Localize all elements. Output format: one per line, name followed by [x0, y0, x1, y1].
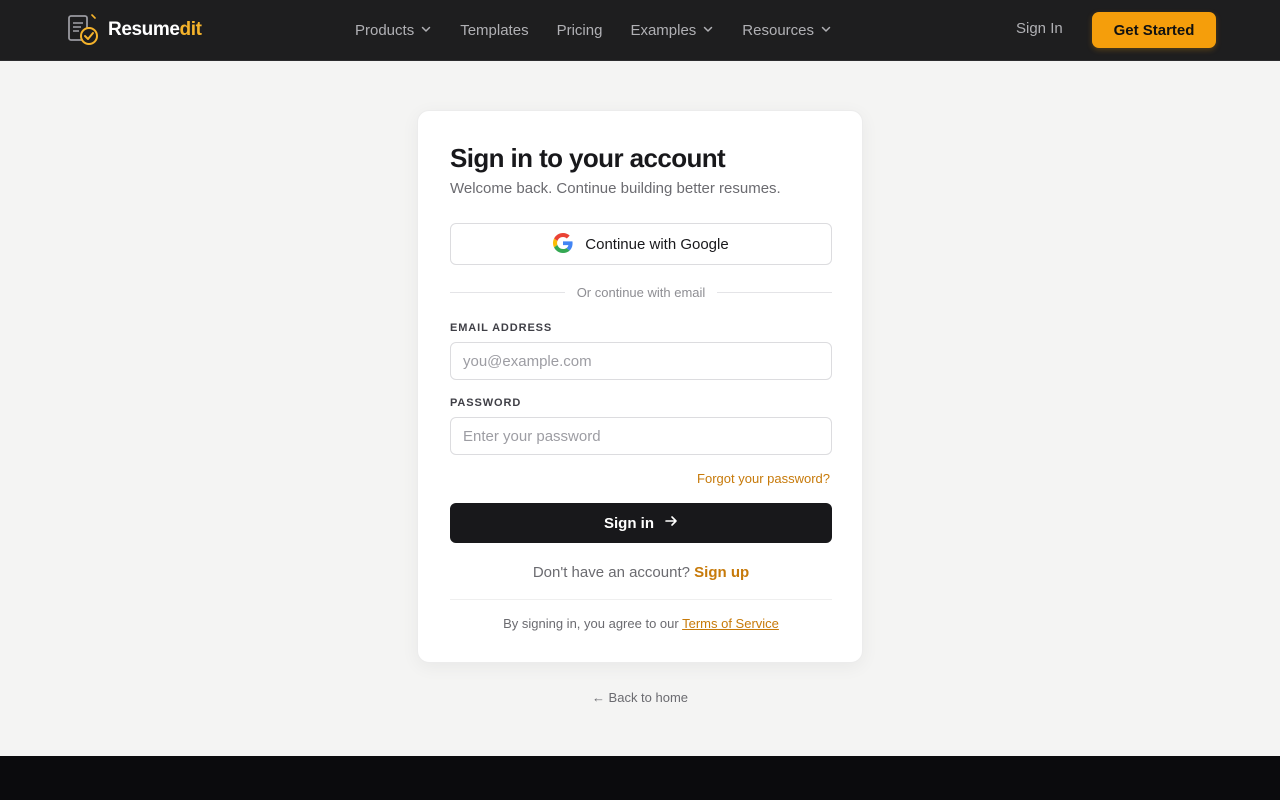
sign-in-button-label: Sign in	[604, 514, 654, 532]
nav-item-label: Templates	[460, 21, 529, 39]
no-account-text: Don't have an account?	[532, 564, 690, 581]
brand-name: Resumedit	[108, 19, 202, 41]
get-started-button[interactable]: Get Started	[1092, 12, 1216, 48]
main-nav: Products Templates Pricing Examples Reso…	[355, 0, 860, 60]
top-navigation-bar: Resumedit Products Templates Pricing Exa…	[0, 0, 1280, 61]
nav-item-label: Products	[355, 21, 415, 39]
divider-text: Or continue with email	[576, 284, 706, 300]
password-label: PASSWORD	[450, 397, 522, 409]
chevron-down-icon	[820, 22, 832, 39]
separator	[450, 599, 832, 600]
brand-name-main: Resume	[108, 19, 180, 40]
divider-line	[450, 291, 565, 293]
google-button-label: Continue with Google	[585, 235, 729, 253]
footer	[0, 756, 1280, 800]
chevron-down-icon	[420, 22, 432, 39]
signup-prompt: Don't have an account? Sign up	[450, 564, 832, 581]
nav-item-products[interactable]: Products	[355, 22, 432, 39]
email-field[interactable]	[450, 342, 832, 380]
continue-with-google-button[interactable]: Continue with Google	[450, 223, 832, 265]
divider: Or continue with email	[450, 284, 832, 300]
legal-notice: By signing in, you agree to our Terms of…	[450, 616, 832, 631]
terms-of-service-link[interactable]: Terms of Service	[682, 616, 779, 631]
page-title: Sign in to your account	[450, 143, 726, 173]
nav-item-templates[interactable]: Templates	[460, 22, 528, 39]
email-label: EMAIL ADDRESS	[450, 322, 553, 334]
google-g-icon	[553, 232, 573, 256]
sign-in-card: Sign in to your account Welcome back. Co…	[417, 110, 863, 663]
nav-item-pricing[interactable]: Pricing	[557, 22, 603, 39]
forgot-password-link[interactable]: Forgot your password?	[697, 471, 830, 486]
divider-line	[717, 291, 832, 293]
page-subtitle: Welcome back. Continue building better r…	[450, 180, 781, 197]
nav-item-label: Pricing	[556, 21, 603, 39]
nav-item-label: Examples	[630, 21, 697, 39]
back-to-home-link[interactable]: ← Back to home	[0, 690, 1280, 705]
resume-check-icon	[67, 14, 99, 46]
nav-item-label: Resources	[742, 21, 814, 39]
password-field[interactable]	[450, 417, 832, 455]
nav-item-examples[interactable]: Examples	[630, 22, 714, 39]
brand-name-accent: dit	[179, 19, 202, 40]
nav-item-resources[interactable]: Resources	[742, 22, 832, 39]
legal-prefix-text: By signing in, you agree to our	[503, 616, 679, 631]
arrow-right-icon	[664, 514, 678, 532]
header-sign-in-link[interactable]: Sign In	[1016, 20, 1063, 37]
brand-logo[interactable]: Resumedit	[67, 14, 202, 46]
chevron-down-icon	[702, 22, 714, 39]
sign-up-link[interactable]: Sign up	[694, 564, 749, 581]
sign-in-button[interactable]: Sign in	[450, 503, 832, 543]
